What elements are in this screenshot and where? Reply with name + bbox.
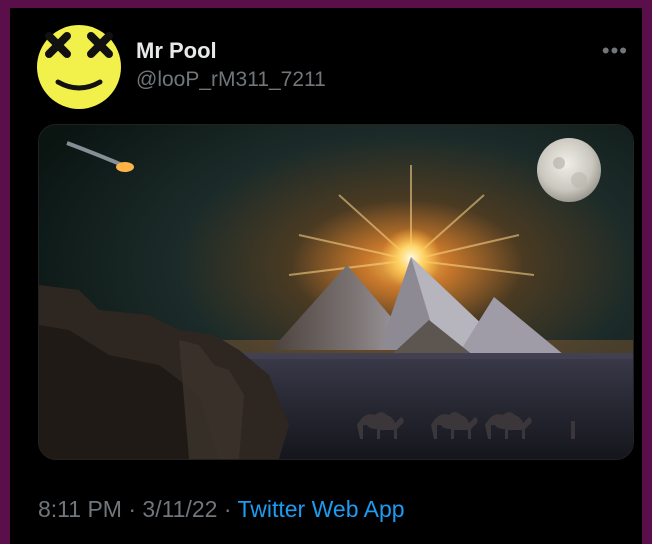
- author-name[interactable]: Mr Pool: [136, 38, 217, 64]
- separator: ·: [128, 496, 137, 522]
- more-options-icon[interactable]: •••: [602, 38, 628, 64]
- tweet-card: Mr Pool @looP_rM311_7211 ••• 8:11 PM · 3…: [10, 8, 642, 544]
- separator: ·: [223, 496, 232, 522]
- avatar[interactable]: [36, 24, 122, 110]
- tweet-meta: 8:11 PM · 3/11/22 · Twitter Web App: [38, 496, 405, 523]
- pyramids-image: [39, 125, 633, 459]
- tweet-image[interactable]: [38, 124, 634, 460]
- source-app-link[interactable]: Twitter Web App: [237, 496, 404, 522]
- author-handle[interactable]: @looP_rM311_7211: [136, 68, 326, 92]
- tweet-time[interactable]: 8:11 PM: [38, 496, 122, 522]
- tweet-date[interactable]: 3/11/22: [142, 496, 217, 522]
